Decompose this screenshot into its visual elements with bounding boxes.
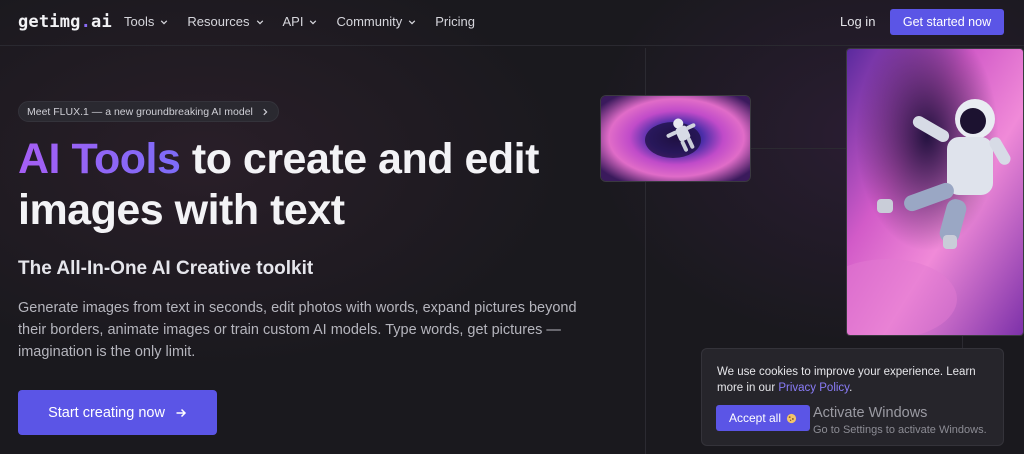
astronaut-large-image xyxy=(847,49,1023,335)
login-link[interactable]: Log in xyxy=(840,14,875,29)
nav-item-label: Tools xyxy=(124,14,155,29)
get-started-button[interactable]: Get started now xyxy=(890,9,1004,35)
hero-subtitle: The All-In-One AI Creative toolkit xyxy=(18,258,314,279)
astronaut-nebula-thumbnail xyxy=(600,95,751,182)
arrow-right-icon xyxy=(176,408,186,417)
cookie-icon xyxy=(786,413,797,423)
hero-headline: AI Tools to create and edit images with … xyxy=(18,134,578,236)
logo-main: getimg xyxy=(18,12,81,32)
main-menu: Tools Resources API Community Pricing xyxy=(124,14,494,29)
chevron-down-icon xyxy=(161,19,168,24)
chevron-down-icon xyxy=(408,19,416,24)
chevron-down-icon xyxy=(310,19,317,24)
announcement-text: Meet FLUX.1 — a new groundbreaking AI mo… xyxy=(27,105,253,118)
cookie-text-after: . xyxy=(849,382,853,394)
headline-accent: AI Tools xyxy=(18,135,181,183)
accept-label: Accept all xyxy=(728,411,782,425)
hero-description: Generate images from text in seconds, ed… xyxy=(18,300,577,360)
nav-item-tools[interactable]: Tools xyxy=(124,14,168,29)
nav-item-label: Resources xyxy=(187,14,250,29)
cta-label: Start creating now xyxy=(48,404,165,421)
chevron-down-icon xyxy=(256,19,263,24)
start-creating-button[interactable]: Start creating now xyxy=(18,390,217,435)
nav-item-label: Pricing xyxy=(435,14,475,29)
activate-windows-subtitle: Go to Settings to activate Windows. xyxy=(813,424,987,436)
logo-tld: ai xyxy=(91,12,112,32)
activate-windows-title: Activate Windows xyxy=(813,405,928,421)
nav-item-resources[interactable]: Resources xyxy=(187,14,263,29)
cookie-text: We use cookies to improve your experienc… xyxy=(717,364,997,396)
logo-dot: . xyxy=(80,12,92,32)
nav-item-label: Community xyxy=(336,14,403,29)
chevron-right-icon xyxy=(263,108,268,115)
astronaut-nebula-image xyxy=(846,48,1024,336)
announcement-pill[interactable]: Meet FLUX.1 — a new groundbreaking AI mo… xyxy=(18,101,279,122)
astronaut-small-image xyxy=(601,96,750,181)
accept-all-button[interactable]: Accept all xyxy=(716,405,810,431)
nav-item-label: API xyxy=(282,14,304,29)
nav-item-pricing[interactable]: Pricing xyxy=(435,14,475,29)
privacy-policy-link[interactable]: Privacy Policy xyxy=(778,382,849,394)
nav-item-community[interactable]: Community xyxy=(336,14,416,29)
nav-item-api[interactable]: API xyxy=(283,14,318,29)
top-navigation: getimg.ai Tools Resources API Community … xyxy=(0,0,1024,46)
logo[interactable]: getimg.ai xyxy=(18,12,112,32)
